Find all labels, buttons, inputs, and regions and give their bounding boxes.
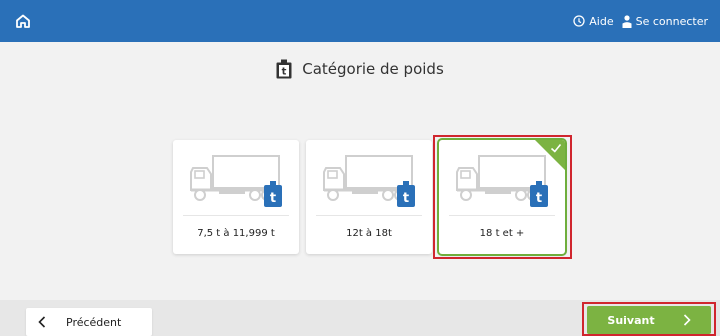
checkmark-icon	[550, 143, 562, 153]
category-label: 12t à 18t	[346, 228, 392, 239]
help-icon	[573, 15, 585, 27]
login-label: Se connecter	[635, 14, 708, 28]
category-label: 18 t et +	[479, 228, 525, 239]
svg-text:t: t	[282, 67, 287, 78]
help-label: Aide	[589, 14, 614, 28]
svg-text:t: t	[270, 191, 276, 206]
category-card-1[interactable]: t 7,5 t à 11,999 t	[173, 140, 299, 254]
user-icon	[622, 14, 632, 28]
card-divider	[316, 215, 422, 216]
previous-button[interactable]: Précédent	[26, 308, 152, 336]
category-card-2[interactable]: t 12t à 18t	[306, 140, 432, 254]
truck-weight-icon: t	[323, 155, 415, 207]
category-label: 7,5 t à 11,999 t	[197, 228, 275, 239]
next-label: Suivant	[607, 313, 655, 327]
top-right-actions: Aide Se connecter	[573, 0, 708, 42]
page-title: Catégorie de poids	[302, 60, 444, 78]
next-button[interactable]: Suivant	[587, 306, 711, 334]
top-bar: Aide Se connecter	[0, 0, 720, 42]
card-divider	[183, 215, 289, 216]
page-header: t Catégorie de poids	[0, 56, 720, 82]
truck-weight-icon: t	[190, 155, 282, 207]
previous-label: Précédent	[66, 315, 122, 329]
weight-t-icon: t	[276, 59, 292, 79]
chevron-right-icon	[683, 314, 691, 326]
chevron-left-icon	[38, 316, 46, 328]
home-icon[interactable]	[14, 12, 32, 30]
help-link[interactable]: Aide	[573, 14, 614, 28]
svg-text:t: t	[403, 191, 409, 206]
svg-text:t: t	[536, 191, 542, 206]
login-link[interactable]: Se connecter	[622, 15, 708, 28]
category-card-3[interactable]: t 18 t et +	[439, 140, 565, 254]
card-divider	[449, 215, 555, 216]
